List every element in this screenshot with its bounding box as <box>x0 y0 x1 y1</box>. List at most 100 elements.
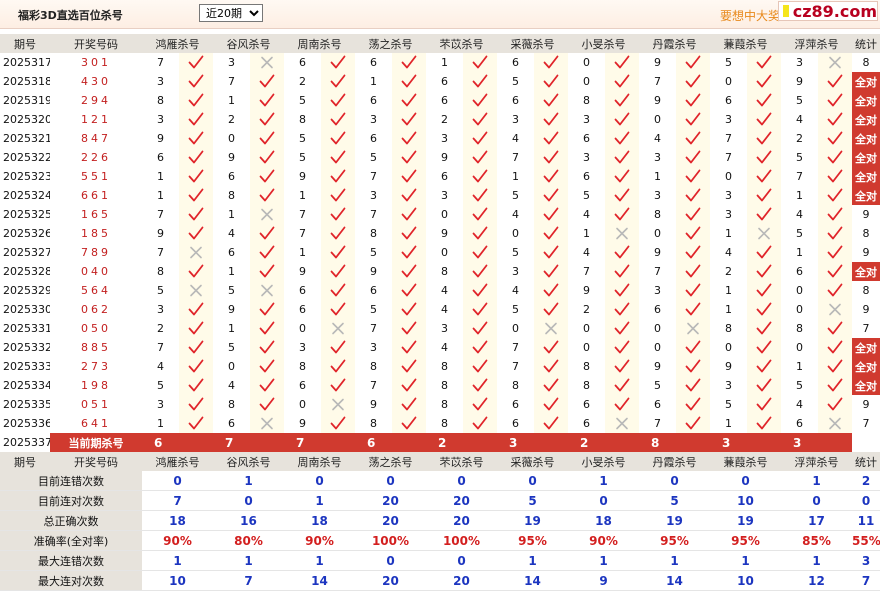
check-icon <box>685 264 701 278</box>
result-mark-cell <box>321 300 355 319</box>
column-header-expert[interactable]: 周南杀号 <box>284 452 355 471</box>
result-mark-cell <box>676 91 710 110</box>
check-icon <box>827 359 843 373</box>
check-icon <box>614 321 630 335</box>
column-header-expert[interactable]: 浮萍杀号 <box>781 452 852 471</box>
draw-number-cell: 661 <box>81 189 111 202</box>
period-range-select[interactable]: 近20期 <box>199 4 263 22</box>
kill-number-cell: 4 <box>228 227 235 240</box>
column-header-expert[interactable]: 芣苡杀号 <box>426 452 497 471</box>
result-mark-cell <box>605 224 639 243</box>
kill-number-cell: 6 <box>654 398 661 411</box>
check-icon <box>330 207 346 221</box>
check-icon <box>401 283 417 297</box>
kill-number-cell: 9 <box>228 303 235 316</box>
summary-value: 1 <box>781 550 852 571</box>
current-kill-number: 3 <box>781 433 852 452</box>
result-mark-cell <box>179 395 213 414</box>
column-header-expert[interactable]: 芣苡杀号 <box>426 34 497 53</box>
column-header-expert[interactable]: 采薇杀号 <box>497 452 568 471</box>
kill-number-cell: 2 <box>228 113 235 126</box>
check-icon <box>472 93 488 107</box>
column-header-stat: 统计 <box>852 34 880 53</box>
kill-number-cell: 0 <box>796 284 803 297</box>
column-header-expert[interactable]: 荡之杀号 <box>355 34 426 53</box>
kill-number-cell: 6 <box>228 417 235 430</box>
period-cell: 2025332 <box>3 341 50 354</box>
kill-number-cell: 7 <box>725 151 732 164</box>
period-cell: 2025324 <box>3 189 50 202</box>
check-icon <box>188 150 204 164</box>
column-header-expert[interactable]: 鸿雁杀号 <box>142 452 213 471</box>
summary-value: 0 <box>284 471 355 491</box>
result-mark-cell <box>179 376 213 395</box>
result-mark-cell <box>747 129 781 148</box>
kill-number-cell: 8 <box>583 94 590 107</box>
period-cell: 2025323 <box>3 170 50 183</box>
column-header-expert[interactable]: 谷风杀号 <box>213 452 284 471</box>
column-header-expert[interactable]: 蒹葭杀号 <box>710 452 781 471</box>
kill-number-cell: 5 <box>796 94 803 107</box>
column-header-expert[interactable]: 小旻杀号 <box>568 452 639 471</box>
column-header-expert[interactable]: 蒹葭杀号 <box>710 34 781 53</box>
kill-number-cell: 0 <box>512 227 519 240</box>
column-header-expert[interactable]: 小旻杀号 <box>568 34 639 53</box>
result-mark-cell <box>392 91 426 110</box>
result-mark-cell <box>463 414 497 433</box>
result-mark-cell <box>463 319 497 338</box>
summary-stat: 2 <box>852 471 880 491</box>
kill-number-cell: 6 <box>299 284 306 297</box>
all-correct-badge: 全对 <box>852 129 880 148</box>
result-mark-cell <box>179 224 213 243</box>
kill-number-cell: 8 <box>157 94 164 107</box>
result-mark-cell <box>818 319 852 338</box>
result-mark-cell <box>321 186 355 205</box>
table-row: 2025334 198 5 4 6 7 8 8 8 5 3 5 全对 <box>0 376 880 395</box>
check-icon <box>614 207 630 221</box>
kill-number-cell: 7 <box>796 170 803 183</box>
summary-value: 19 <box>639 510 710 531</box>
check-icon <box>330 302 346 316</box>
check-icon <box>543 226 559 240</box>
kill-number-cell: 0 <box>583 56 590 69</box>
result-mark-cell <box>676 224 710 243</box>
column-header-expert[interactable]: 浮萍杀号 <box>781 34 852 53</box>
result-mark-cell <box>321 376 355 395</box>
kill-number-cell: 7 <box>654 417 661 430</box>
summary-value: 19 <box>497 510 568 531</box>
column-header-expert[interactable]: 周南杀号 <box>284 34 355 53</box>
summary-value: 17 <box>781 510 852 531</box>
result-mark-cell <box>747 281 781 300</box>
result-mark-cell <box>605 262 639 281</box>
promo-text[interactable]: 要想中大奖 <box>720 7 780 24</box>
draw-number-cell: 185 <box>81 227 111 240</box>
draw-number-cell: 273 <box>81 360 111 373</box>
table-row: 2025333 273 4 0 8 8 8 7 8 9 9 1 全对 <box>0 357 880 376</box>
column-header-expert[interactable]: 丹霞杀号 <box>639 452 710 471</box>
kill-number-cell: 4 <box>583 246 590 259</box>
column-header-expert[interactable]: 鸿雁杀号 <box>142 34 213 53</box>
site-logo[interactable]: cz89.com <box>778 1 878 21</box>
kill-number-cell: 8 <box>370 227 377 240</box>
kill-number-cell: 5 <box>228 341 235 354</box>
check-icon <box>330 283 346 297</box>
check-icon <box>827 150 843 164</box>
column-header-expert[interactable]: 谷风杀号 <box>213 34 284 53</box>
result-mark-cell <box>179 72 213 91</box>
result-mark-cell <box>605 53 639 72</box>
all-correct-badge: 全对 <box>852 148 880 167</box>
check-icon <box>543 150 559 164</box>
kill-number-cell: 5 <box>796 227 803 240</box>
result-mark-cell <box>818 148 852 167</box>
check-icon <box>472 226 488 240</box>
kill-number-cell: 7 <box>157 208 164 221</box>
current-kill-number: 3 <box>497 433 568 452</box>
column-header-expert[interactable]: 丹霞杀号 <box>639 34 710 53</box>
all-correct-badge: 全对 <box>852 72 880 91</box>
result-mark-cell <box>818 376 852 395</box>
summary-value: 16 <box>213 510 284 531</box>
check-icon <box>259 245 275 259</box>
column-header-expert[interactable]: 荡之杀号 <box>355 452 426 471</box>
current-kill-number: 6 <box>142 433 213 452</box>
column-header-expert[interactable]: 采薇杀号 <box>497 34 568 53</box>
